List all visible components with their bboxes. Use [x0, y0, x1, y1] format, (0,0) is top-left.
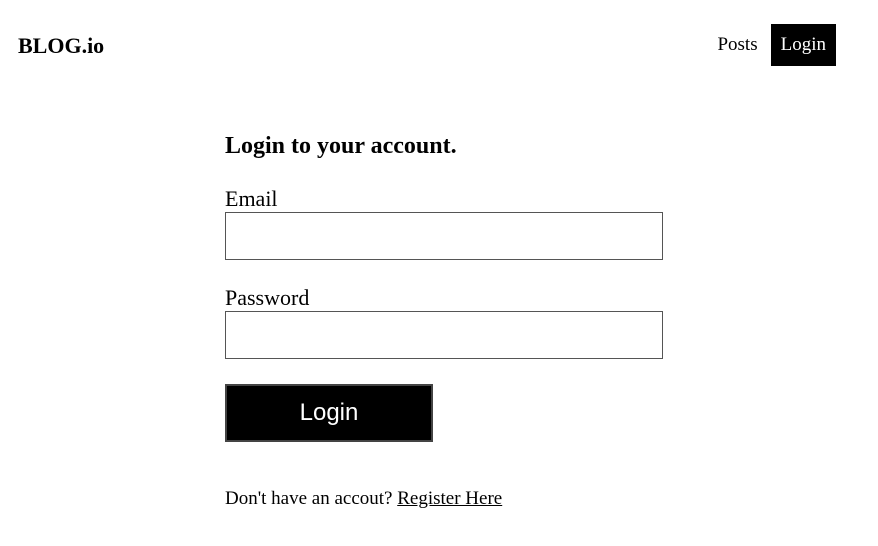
- nav-posts-link[interactable]: Posts: [705, 24, 770, 66]
- register-link[interactable]: Register Here: [397, 488, 502, 509]
- login-button[interactable]: Login: [225, 384, 433, 442]
- email-field[interactable]: [225, 212, 663, 260]
- nav-login-link[interactable]: Login: [770, 24, 836, 66]
- form-title: Login to your account.: [225, 133, 457, 159]
- site-logo[interactable]: BLOG.io: [18, 33, 104, 59]
- register-prompt-line: Don't have an accout? Register Here: [225, 487, 663, 511]
- password-label: Password: [225, 285, 310, 310]
- email-label: Email: [225, 186, 278, 211]
- register-prompt-text: Don't have an accout?: [225, 488, 393, 509]
- password-field[interactable]: [225, 311, 663, 359]
- login-page: BLOG.io Posts Login Login to your accoun…: [0, 0, 878, 546]
- top-nav: Posts Login: [705, 24, 836, 66]
- login-form: Login to your account. Email Password Lo…: [225, 131, 663, 511]
